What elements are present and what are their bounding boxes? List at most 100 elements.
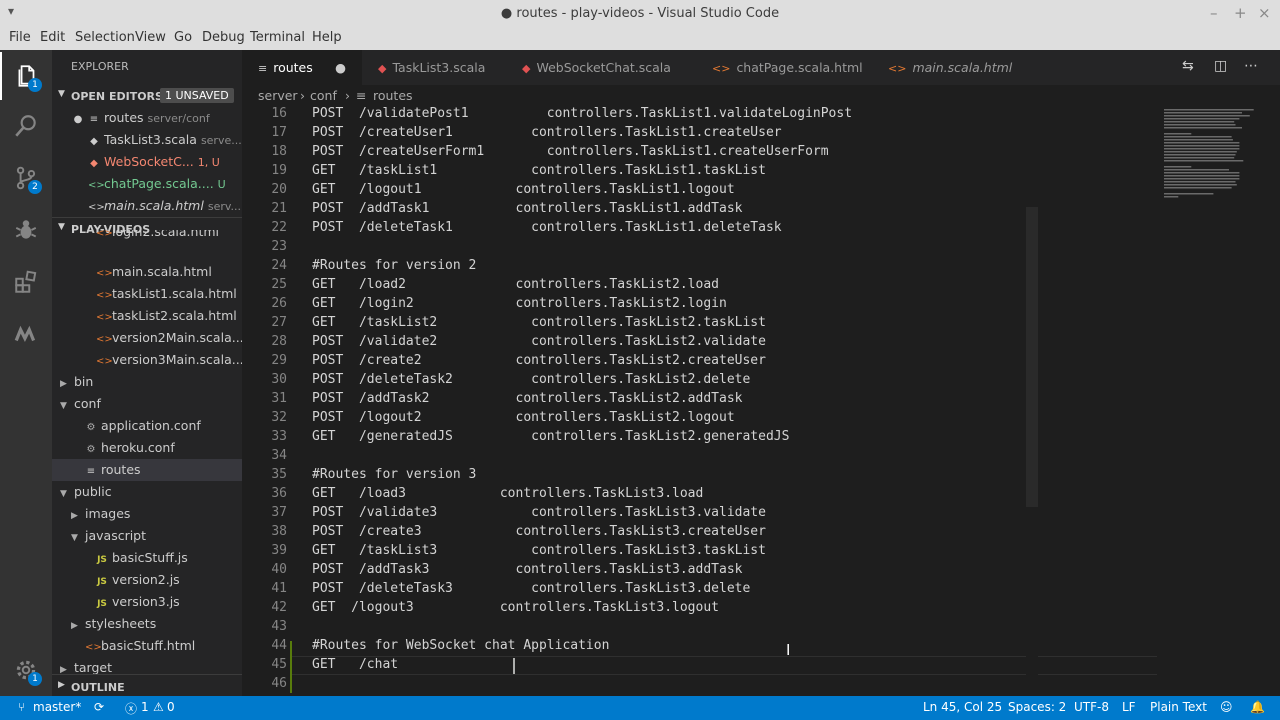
minimize-icon[interactable]: – [1210, 4, 1218, 22]
code-line[interactable]: POST /deleteTask1 controllers.TaskList1.… [312, 220, 782, 235]
tab-websocketchat-scala[interactable]: ◆ WebSocketChat.scala [506, 50, 696, 85]
code-editor[interactable]: 16 POST /validatePost1 controllers.TaskLi… [242, 107, 1280, 696]
tree-item[interactable]: ⚙ application.conf [52, 415, 242, 437]
indentation[interactable]: Spaces: 2 [1008, 700, 1066, 714]
close-icon[interactable]: × [1258, 4, 1271, 22]
extensions-activity[interactable] [0, 258, 52, 306]
tree-item[interactable]: ▶ images [52, 503, 242, 525]
code-line[interactable]: POST /deleteTask2 controllers.TaskList2.… [312, 372, 750, 387]
code-line[interactable]: GET /logout1 controllers.TaskList1.logou… [312, 182, 735, 197]
tree-item[interactable]: <>taskList1.scala.html [52, 283, 242, 305]
menu-view[interactable]: View [135, 30, 166, 45]
open-editor-item[interactable]: ● ≡ routes server/conf [52, 107, 242, 129]
code-line[interactable]: POST /createUserForm1 controllers.TaskLi… [312, 144, 829, 159]
tree-item[interactable]: ▼ public [52, 481, 242, 503]
code-line[interactable]: GET /taskList3 controllers.TaskList3.tas… [312, 543, 766, 558]
tree-item[interactable]: <>taskList2.scala.html [52, 305, 242, 327]
tree-item[interactable]: <>login2.scala.html [52, 230, 242, 242]
code-line[interactable]: POST /deleteTask3 controllers.TaskList3.… [312, 581, 750, 596]
tree-item[interactable]: <>main.scala.html [52, 261, 242, 283]
breadcrumb-routes[interactable]: routes [373, 85, 413, 107]
open-changes-icon[interactable]: ⇆ [1182, 58, 1194, 74]
split-editor-icon[interactable]: ◫ [1214, 58, 1227, 74]
tree-item[interactable]: <>version3Main.scala.... [52, 349, 242, 371]
language-mode[interactable]: Plain Text [1150, 700, 1207, 714]
code-line[interactable]: GET /taskList2 controllers.TaskList2.tas… [312, 315, 766, 330]
menu-debug[interactable]: Debug [202, 30, 245, 45]
code-line[interactable]: POST /create3 controllers.TaskList3.crea… [312, 524, 766, 539]
outline-header[interactable]: ▶ OUTLINE [52, 674, 242, 696]
tree-item[interactable]: ▶ stylesheets [52, 613, 242, 635]
open-editor-item[interactable]: <>main.scala.html serv... [52, 195, 242, 217]
search-activity[interactable] [0, 102, 52, 150]
code-line[interactable]: POST /addTask1 controllers.TaskList1.add… [312, 201, 742, 216]
notifications-icon[interactable]: 🔔 [1250, 700, 1265, 714]
code-line[interactable]: #Routes for WebSocket chat Application [312, 638, 609, 653]
open-editor-item[interactable]: ◆ WebSocketC... 1, U [52, 151, 242, 173]
menu-file[interactable]: File [9, 30, 31, 45]
unsaved-dot-icon[interactable]: ● [72, 109, 84, 129]
breadcrumb-conf[interactable]: conf [310, 85, 337, 107]
scm-badge: 2 [28, 180, 42, 194]
manage-activity[interactable]: 1 [0, 646, 52, 694]
cursor-position[interactable]: Ln 45, Col 25 [923, 700, 1002, 714]
debug-activity[interactable] [0, 206, 52, 254]
tab-chatpage-scala-html[interactable]: <> chatPage.scala.html [696, 50, 872, 85]
tab-tasklist3-scala[interactable]: ◆ TaskList3.scala [362, 50, 506, 85]
code-line[interactable]: GET /generatedJS controllers.TaskList2.g… [312, 429, 789, 444]
more-actions-icon[interactable]: ⋯ [1244, 58, 1258, 74]
code-line[interactable]: POST /validate2 controllers.TaskList2.va… [312, 334, 766, 349]
breadcrumb-server[interactable]: server [258, 85, 298, 107]
tree-item[interactable]: ▼ conf [52, 393, 242, 415]
tree-item[interactable]: JS version3.js [52, 591, 242, 613]
code-line[interactable]: GET /load3 controllers.TaskList3.load [312, 486, 703, 501]
code-line[interactable]: POST /addTask2 controllers.TaskList2.add… [312, 391, 742, 406]
end-of-line[interactable]: LF [1122, 700, 1136, 714]
sync-icon[interactable]: ⟳ [94, 700, 104, 714]
menu-edit[interactable]: Edit [40, 30, 65, 45]
git-branch[interactable]: master* [33, 700, 81, 714]
scrollbar-thumb[interactable] [1026, 207, 1038, 507]
code-line[interactable]: POST /validatePost1 controllers.TaskList… [312, 107, 852, 121]
tree-item[interactable]: ▶ bin [52, 371, 242, 393]
unsaved-dot-icon[interactable]: ● [335, 50, 346, 85]
tree-item[interactable]: <>version2Main.scala.... [52, 327, 242, 349]
code-line[interactable]: POST /validate3 controllers.TaskList3.va… [312, 505, 766, 520]
open-editors-header[interactable]: ▼ OPEN EDITORS 1 UNSAVED [52, 85, 242, 107]
tree-item[interactable]: ▼ javascript [52, 525, 242, 547]
code-line[interactable]: POST /createUser1 controllers.TaskList1.… [312, 125, 782, 140]
code-line[interactable]: GET /taskList1 controllers.TaskList1.tas… [312, 163, 766, 178]
tree-item[interactable]: JS basicStuff.js [52, 547, 242, 569]
code-line[interactable]: GET /logout3 controllers.TaskList3.logou… [312, 600, 719, 615]
tree-item[interactable]: <>basicStuff.html [52, 635, 242, 657]
tab-routes[interactable]: ≡ routes ● [242, 50, 362, 85]
code-line[interactable]: POST /create2 controllers.TaskList2.crea… [312, 353, 766, 368]
tree-item[interactable]: JS version2.js [52, 569, 242, 591]
menu-terminal[interactable]: Terminal [250, 30, 305, 45]
code-line[interactable]: GET /load2 controllers.TaskList2.load [312, 277, 719, 292]
menu-help[interactable]: Help [312, 30, 342, 45]
source-control-activity[interactable]: 2 [0, 154, 52, 202]
code-line[interactable]: POST /logout2 controllers.TaskList2.logo… [312, 410, 735, 425]
feedback-icon[interactable]: ☺ [1220, 700, 1233, 714]
menu-selection[interactable]: Selection [75, 30, 135, 45]
warning-count[interactable]: 0 [167, 700, 175, 714]
code-line[interactable]: #Routes for version 2 [312, 258, 476, 273]
metals-activity[interactable] [0, 310, 52, 358]
open-editor-item[interactable]: ◆ TaskList3.scala serve... [52, 129, 242, 151]
vertical-scrollbar[interactable] [1026, 107, 1038, 696]
menu-go[interactable]: Go [174, 30, 192, 45]
code-line[interactable]: GET /chat [312, 657, 398, 672]
tree-item[interactable]: ≡ routes [52, 459, 242, 481]
maximize-icon[interactable]: + [1234, 4, 1247, 22]
code-line[interactable]: #Routes for version 3 [312, 467, 476, 482]
tree-item[interactable]: ⚙ heroku.conf [52, 437, 242, 459]
code-line[interactable]: GET /login2 controllers.TaskList2.login [312, 296, 727, 311]
explorer-activity[interactable]: 1 [0, 52, 52, 100]
open-editor-item[interactable]: <>chatPage.scala.... U [52, 173, 242, 195]
error-count[interactable]: 1 [141, 700, 149, 714]
minimap[interactable] [1162, 107, 1268, 696]
encoding[interactable]: UTF-8 [1074, 700, 1109, 714]
tab-main-scala-html[interactable]: <> main.scala.html [872, 50, 1032, 85]
code-line[interactable]: POST /addTask3 controllers.TaskList3.add… [312, 562, 742, 577]
